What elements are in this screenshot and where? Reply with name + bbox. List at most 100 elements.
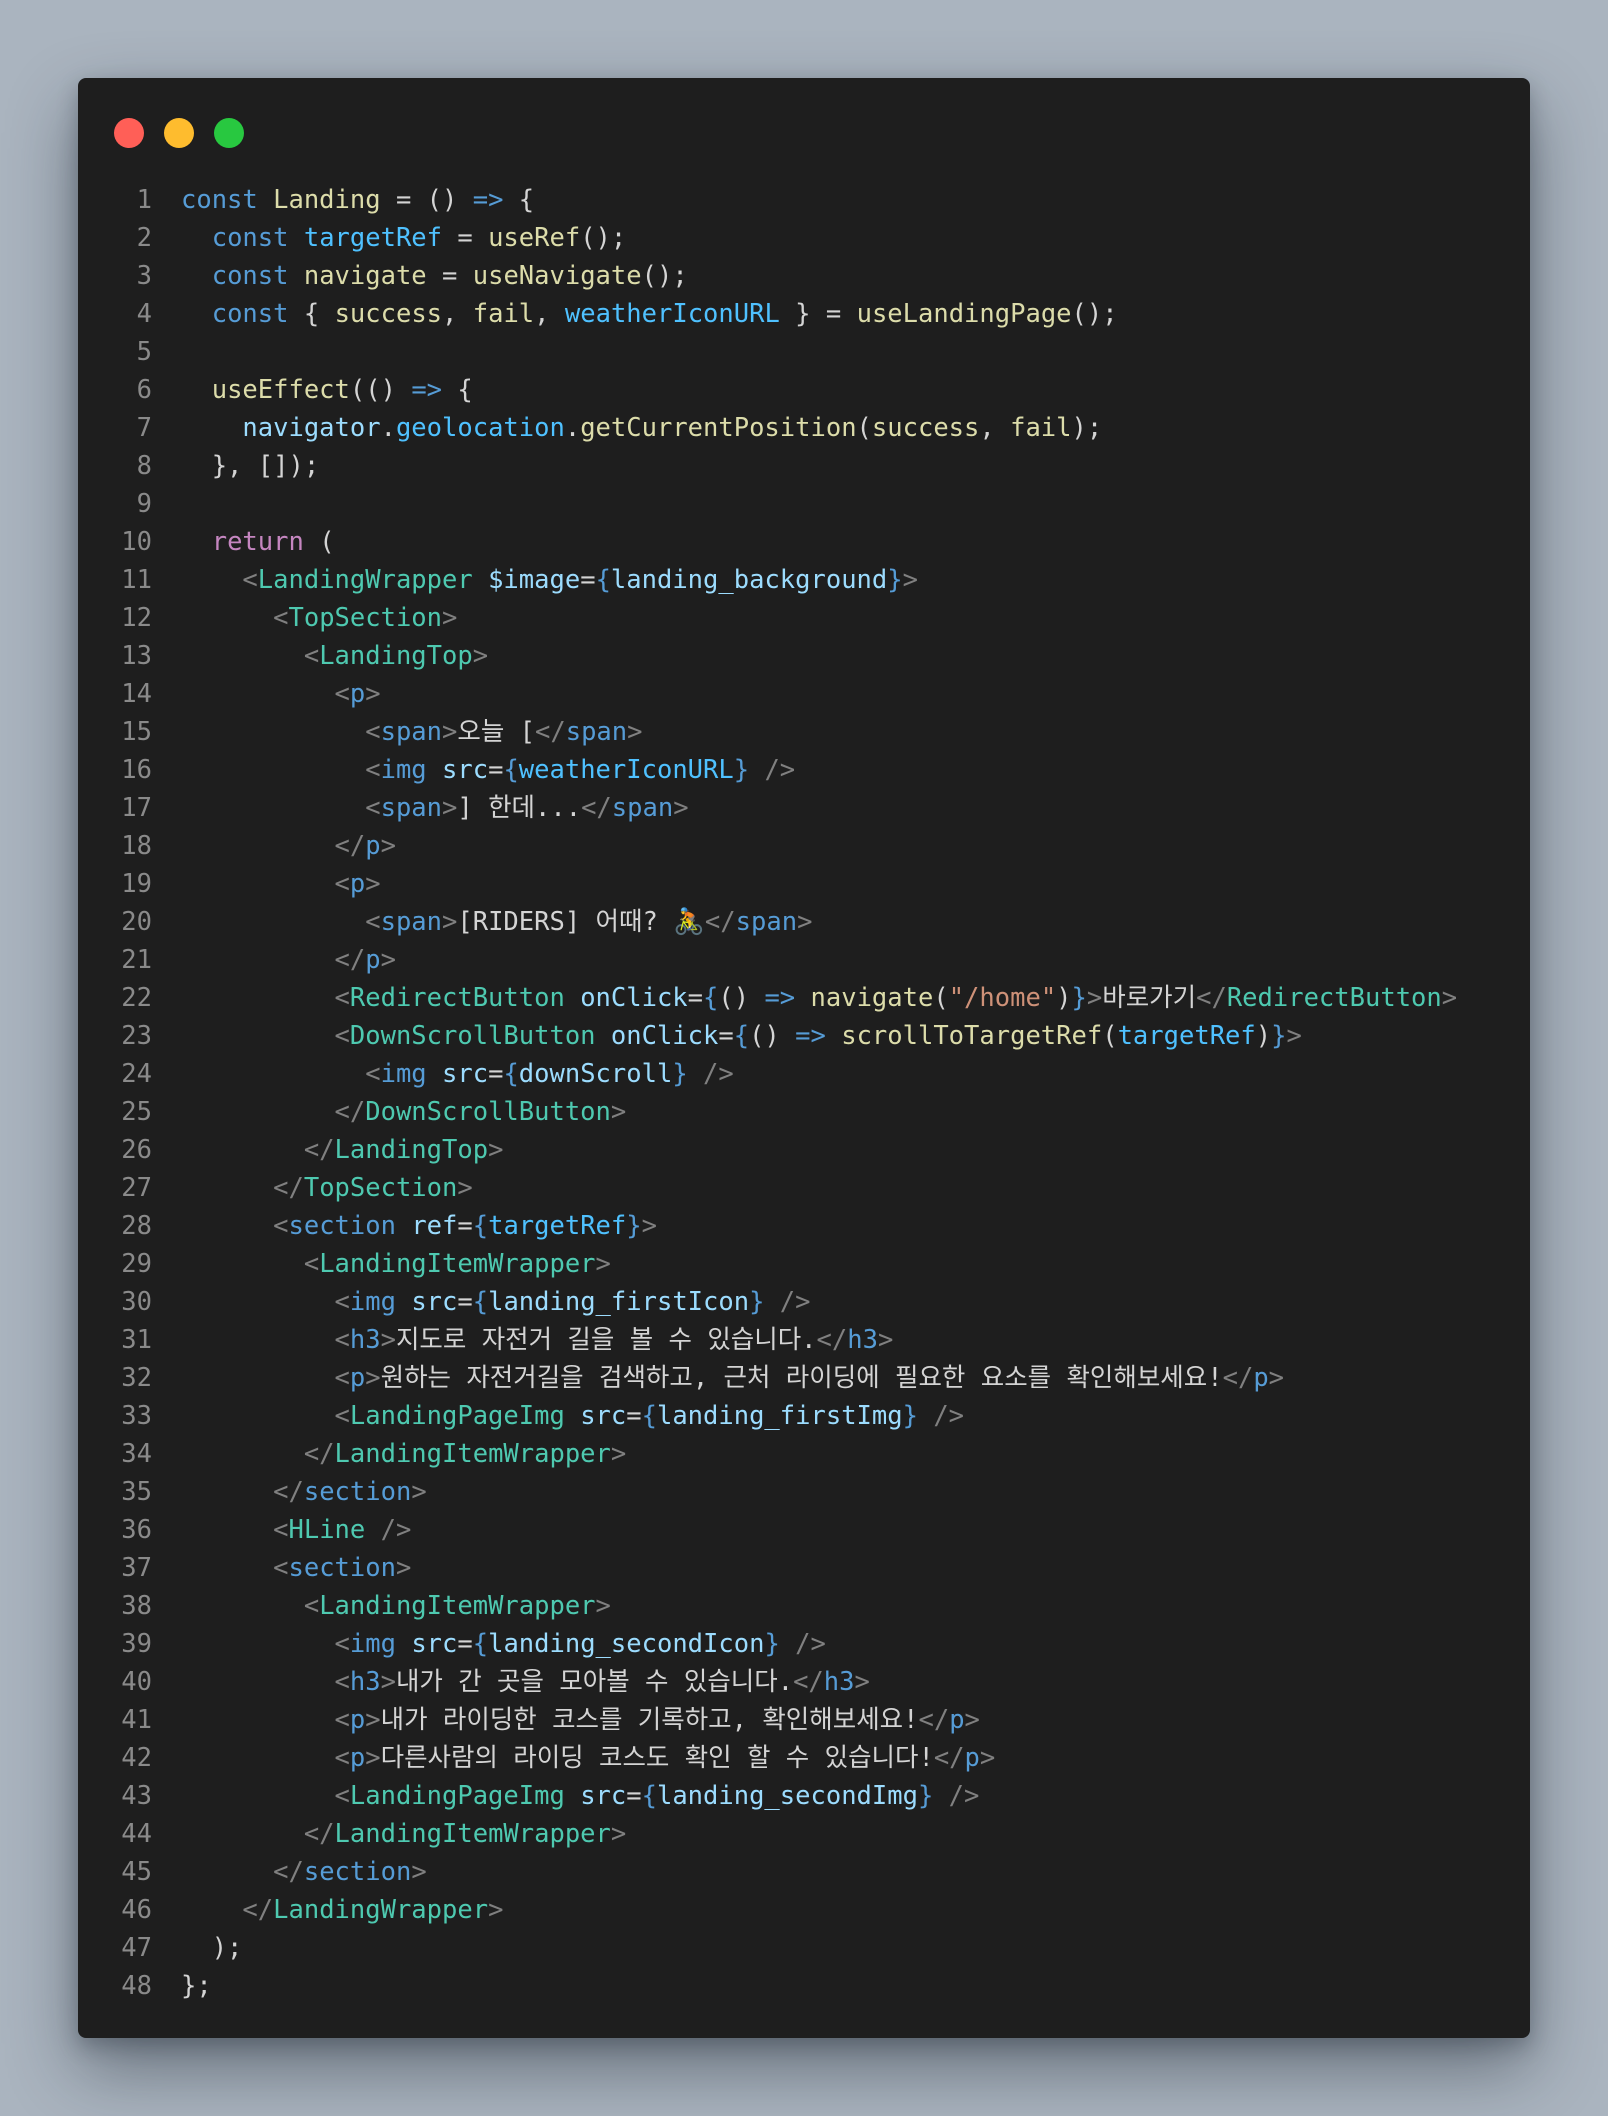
code-token: < — [365, 717, 381, 747]
code-token: } — [902, 1401, 918, 1431]
line-number: 25 — [121, 1097, 152, 1127]
line-number: 37 — [121, 1553, 152, 1583]
code-token: success — [871, 413, 980, 443]
code-token: < — [334, 1287, 350, 1317]
code-token: src — [580, 1781, 627, 1811]
code-editor: 1 const Landing = () => {2 const targetRe… — [78, 181, 1530, 2005]
code-line: 3 const navigate = useNavigate(); — [78, 257, 1530, 295]
line-code: <DownScrollButton onClick={() => scrollT… — [181, 1017, 1302, 1055]
line-number: 14 — [121, 679, 152, 709]
code-line: 13 <LandingTop> — [78, 637, 1530, 675]
line-number: 4 — [136, 299, 152, 329]
code-token: }; — [181, 1971, 212, 2001]
code-token: < — [334, 1781, 350, 1811]
code-token: > — [365, 679, 381, 709]
code-token: > — [365, 1743, 381, 1773]
line-code: </LandingItemWrapper> — [181, 1435, 626, 1473]
code-token: , — [979, 413, 1011, 443]
code-token: LandingItemWrapper — [319, 1249, 596, 1279]
code-token: > — [610, 1819, 627, 1849]
code-token: const — [211, 223, 304, 253]
code-token: = — [580, 565, 596, 595]
code-token: const — [211, 299, 304, 329]
code-token: "/home" — [948, 983, 1057, 1013]
code-token: ] 한데... — [457, 793, 582, 823]
minimize-button[interactable] — [164, 118, 194, 148]
line-number: 44 — [121, 1819, 152, 1849]
line-number: 43 — [121, 1781, 152, 1811]
code-line: 40 <h3>내가 간 곳을 모아볼 수 있습니다.</h3> — [78, 1663, 1530, 1701]
code-token: p — [349, 679, 366, 709]
line-code: </LandingWrapper> — [181, 1891, 503, 1929]
code-token: p — [964, 1743, 980, 1773]
code-token: img — [380, 1059, 427, 1089]
code-token: = — [457, 1287, 473, 1317]
code-line: 20 <span>[RIDERS] 어때? 🚴</span> — [78, 903, 1530, 941]
line-code: <img src={landing_firstIcon} /> — [181, 1283, 811, 1321]
code-token: . — [564, 413, 581, 443]
code-token: => — [764, 983, 796, 1013]
code-token: < — [334, 1667, 350, 1697]
code-token: navigate — [303, 261, 427, 291]
line-code: </section> — [181, 1853, 427, 1891]
line-code: const { success, fail, weatherIconURL } … — [181, 295, 1118, 333]
code-token: < — [365, 1059, 381, 1089]
code-token: p — [1253, 1363, 1269, 1393]
code-token: } — [1271, 1021, 1287, 1051]
code-token: scrollToTargetRef — [841, 1021, 1103, 1051]
line-code: <LandingItemWrapper> — [181, 1245, 611, 1283]
code-token: (); — [1071, 299, 1118, 329]
code-token: , — [442, 299, 473, 329]
code-line: 36 <HLine /> — [78, 1511, 1530, 1549]
code-line: 31 <h3>지도로 자전거 길을 볼 수 있습니다.</h3> — [78, 1321, 1530, 1359]
code-token: { — [595, 565, 611, 595]
code-token: > — [964, 1705, 980, 1735]
close-button[interactable] — [114, 118, 144, 148]
line-number: 40 — [121, 1667, 152, 1697]
code-line: 34 </LandingItemWrapper> — [78, 1435, 1530, 1473]
code-token: targetRef — [488, 1211, 627, 1241]
code-token: const — [181, 185, 274, 215]
code-token: LandingItemWrapper — [319, 1591, 596, 1621]
code-token: < — [334, 679, 350, 709]
code-line: 10 return ( — [78, 523, 1530, 561]
line-code: <h3>지도로 자전거 길을 볼 수 있습니다.</h3> — [181, 1321, 894, 1359]
code-line: 2 const targetRef = useRef(); — [78, 219, 1530, 257]
zoom-button[interactable] — [214, 118, 244, 148]
line-number: 7 — [136, 413, 152, 443]
code-token: > — [1441, 983, 1458, 1013]
line-code: </DownScrollButton> — [181, 1093, 627, 1131]
code-line: 16 <img src={weatherIconURL} /> — [78, 751, 1530, 789]
code-token: img — [349, 1629, 396, 1659]
line-code: <TopSection> — [181, 599, 457, 637]
code-token: > — [442, 793, 458, 823]
line-code: <p>내가 라이딩한 코스를 기록하고, 확인해보세요!</p> — [181, 1701, 980, 1739]
code-token: weatherIconURL — [564, 299, 780, 329]
code-token: /> — [917, 1401, 965, 1431]
code-token: () — [718, 983, 765, 1013]
code-line: 19 <p> — [78, 865, 1530, 903]
code-token: > — [442, 717, 458, 747]
code-token: > — [411, 1477, 427, 1507]
code-token: } — [917, 1781, 934, 1811]
line-number: 36 — [121, 1515, 152, 1545]
code-token: landing_secondImg — [656, 1781, 918, 1811]
